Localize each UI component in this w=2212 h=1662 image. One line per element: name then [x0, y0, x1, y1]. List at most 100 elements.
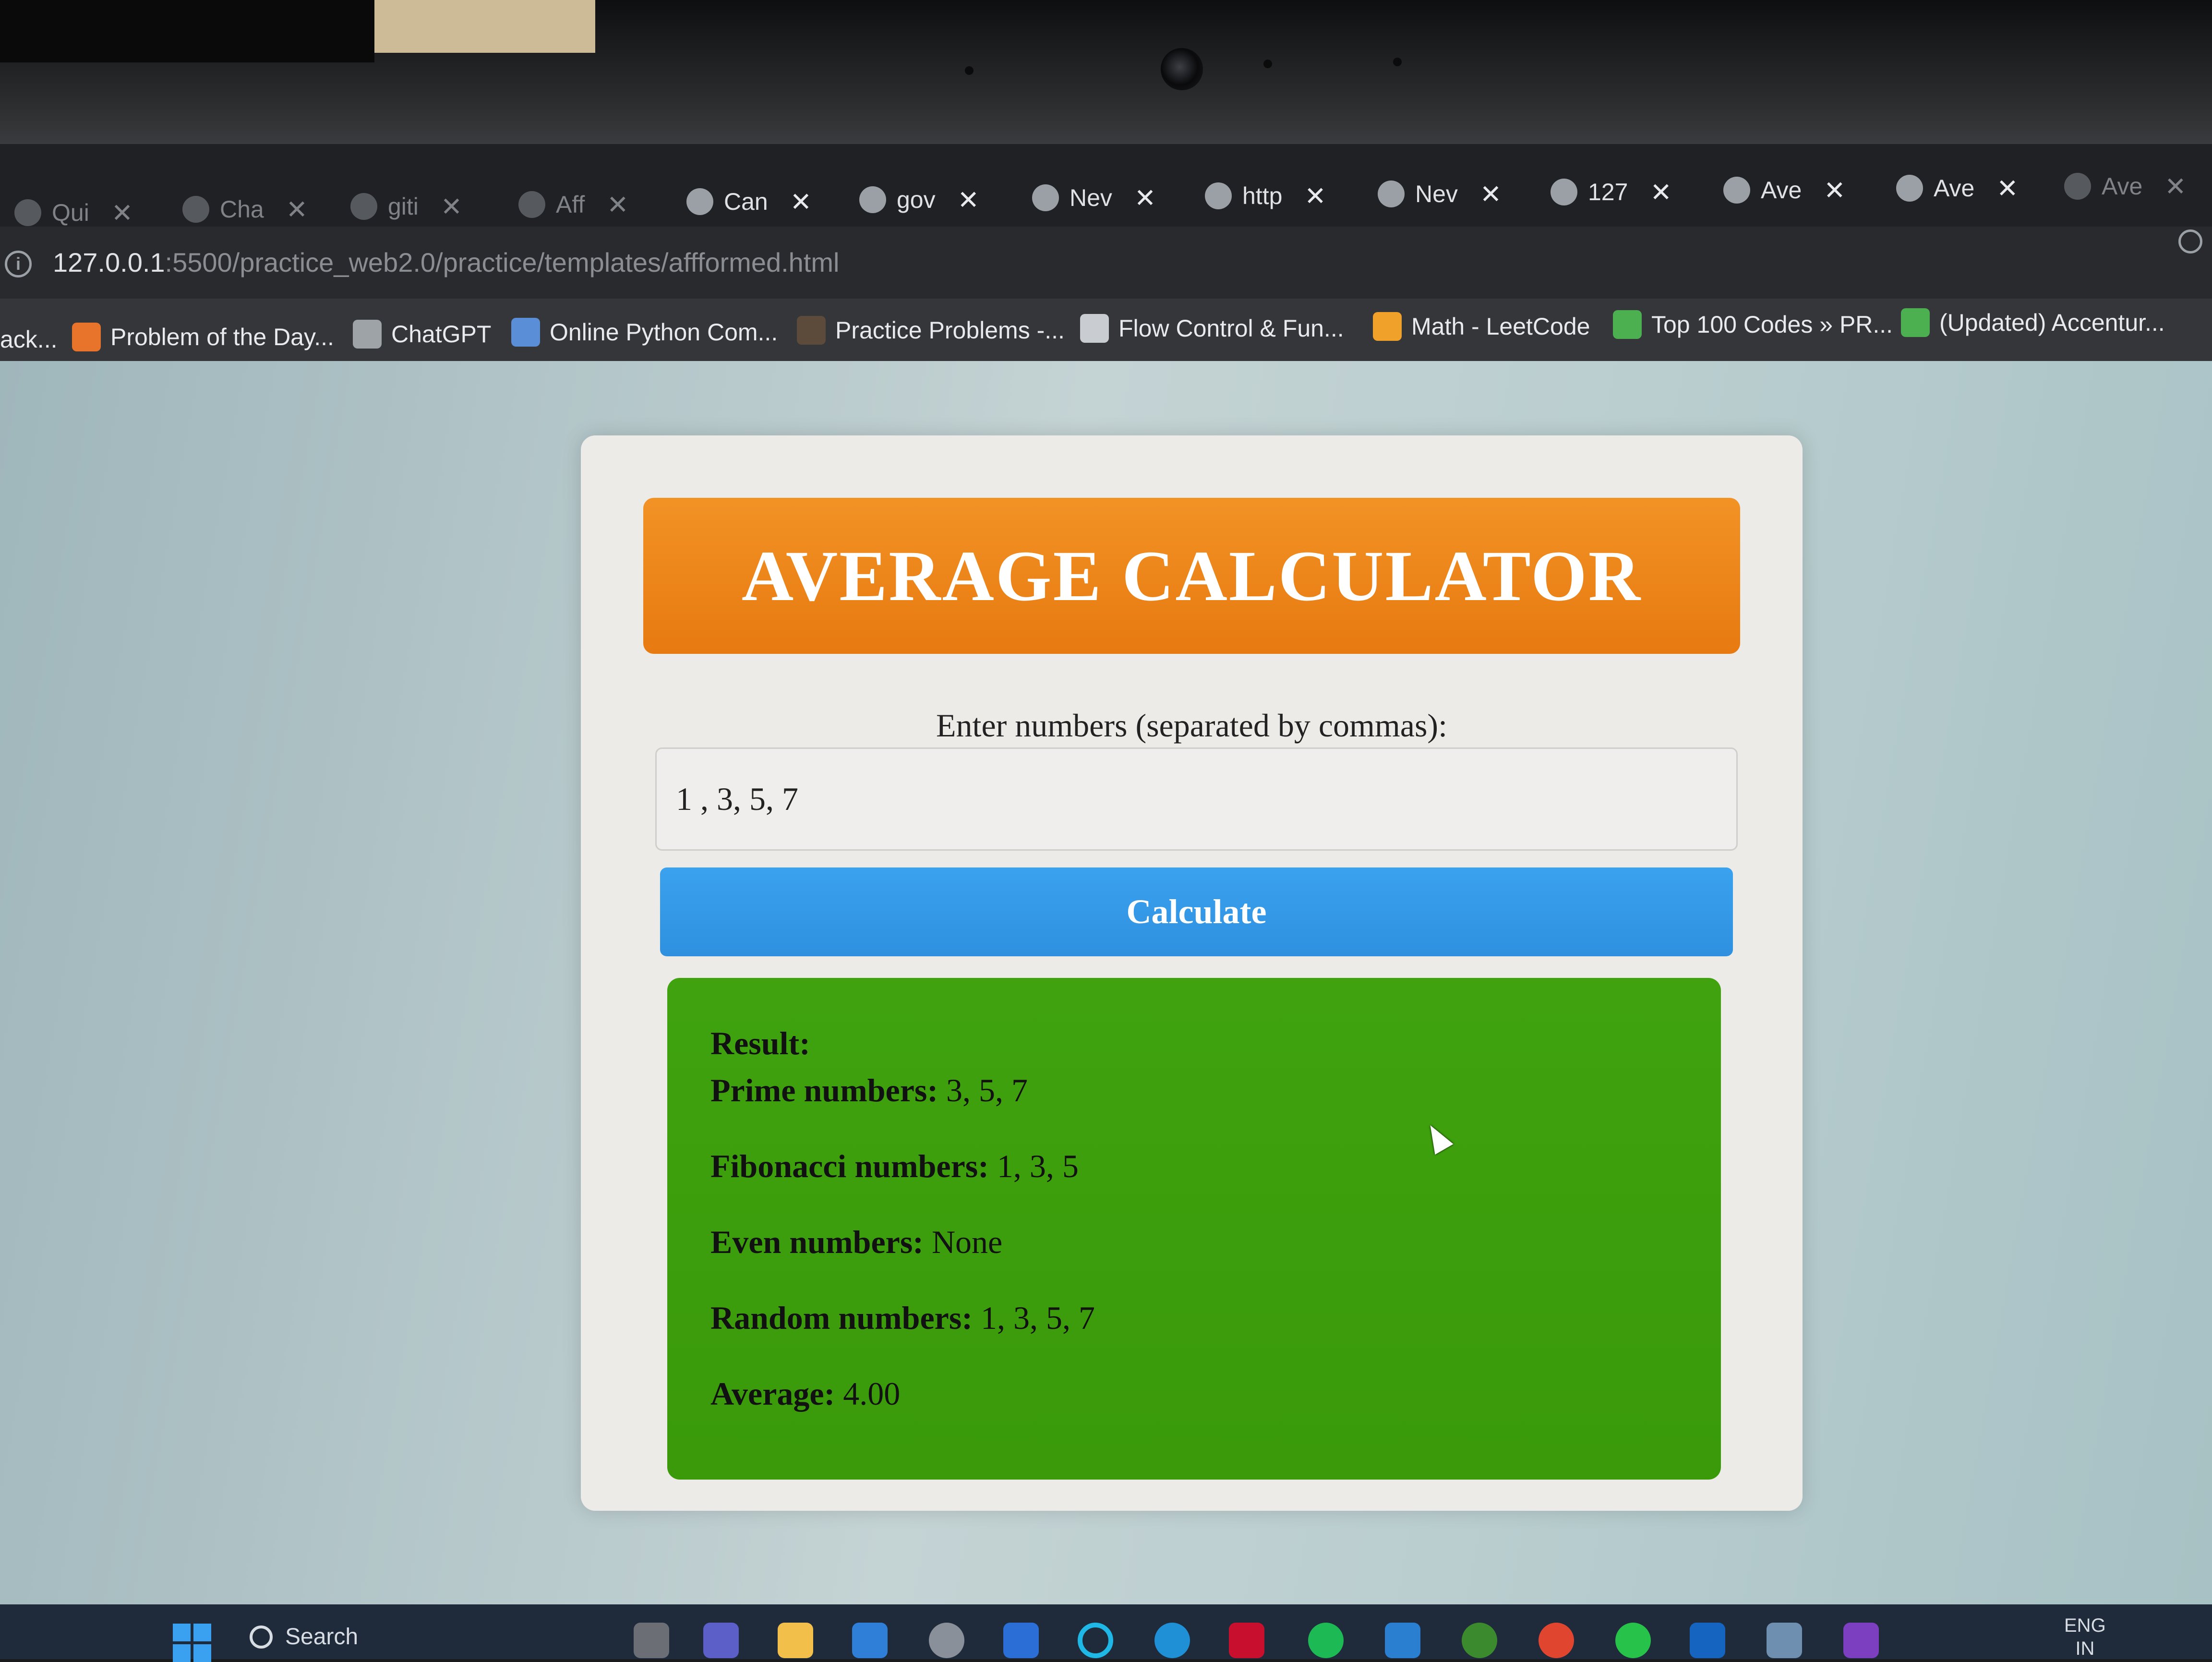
browser-tab[interactable]: Nev ✕ [1032, 175, 1156, 221]
onenote-icon[interactable] [1843, 1623, 1879, 1658]
browser-tab[interactable]: Can ✕ [686, 179, 812, 225]
browser-tab[interactable]: Ave ✕ [1723, 167, 1846, 213]
numbers-label: Enter numbers (separated by commas): [936, 707, 1447, 744]
numbers-input[interactable] [655, 747, 1738, 851]
even-value: None [931, 1224, 1003, 1260]
bookmark-label: Online Python Com... [550, 319, 778, 346]
sensor-dot [965, 66, 974, 75]
mcafee-icon[interactable] [1229, 1623, 1264, 1658]
language-indicator[interactable]: ENG IN [2064, 1614, 2106, 1660]
react-icon [14, 199, 41, 226]
chrome-icon[interactable] [1539, 1623, 1574, 1658]
notepad-icon[interactable] [1767, 1623, 1802, 1658]
bookmark-item[interactable]: ChatGPT [353, 320, 491, 349]
bookmark-item[interactable]: Practice Problems -... [797, 316, 1065, 345]
sensor-dot [1393, 58, 1402, 66]
gfg-icon [72, 323, 101, 351]
globe-icon [1723, 177, 1750, 204]
bookmark-item[interactable]: Top 100 Codes » PR... [1613, 310, 1893, 339]
url-text[interactable]: 127.0.0.1:5500/practice_web2.0/practice/… [53, 247, 839, 278]
close-icon[interactable]: ✕ [1134, 183, 1156, 213]
chatgpt-icon [353, 320, 382, 349]
tab-label: Cha [220, 196, 264, 223]
close-icon[interactable]: ✕ [1650, 177, 1671, 207]
close-icon[interactable]: ✕ [1996, 173, 2018, 204]
tab-label: 127 [1588, 179, 1628, 205]
vscode-icon[interactable] [1385, 1623, 1420, 1658]
bookmark-label: ack... [0, 326, 58, 353]
close-icon[interactable]: ✕ [790, 187, 812, 217]
tab-label: gov [897, 186, 936, 213]
even-label: Even numbers: [710, 1224, 924, 1260]
close-icon[interactable]: ✕ [111, 198, 133, 228]
close-icon[interactable]: ✕ [1480, 179, 1502, 209]
browser-tab[interactable]: Aff ✕ [518, 181, 628, 228]
calculator-card: AVERAGE CALCULATOR Enter numbers (separa… [581, 435, 1803, 1511]
even-row: Even numbers: None [710, 1224, 1721, 1260]
random-value: 1, 3, 5, 7 [980, 1300, 1095, 1336]
chatgpt-icon [182, 196, 209, 223]
spotify-icon[interactable] [1308, 1623, 1344, 1658]
background-paper [374, 0, 595, 53]
close-icon[interactable]: ✕ [1304, 181, 1326, 211]
taskbar-search[interactable]: Search [250, 1624, 358, 1650]
lightshot-icon[interactable] [1003, 1623, 1039, 1658]
browser-tab[interactable]: Ave ✕ [1896, 165, 2019, 211]
teams-icon[interactable] [703, 1623, 739, 1658]
browser-tab[interactable]: Cha ✕ [182, 186, 308, 232]
browser-tab[interactable]: gov ✕ [859, 177, 979, 223]
globe-icon [2064, 173, 2091, 200]
background-object [0, 0, 374, 62]
cc-icon [797, 316, 826, 345]
postman-icon [1205, 182, 1232, 209]
close-icon[interactable]: ✕ [2164, 171, 2186, 202]
calculator-header: AVERAGE CALCULATOR [643, 498, 1740, 654]
tab-label: Ave [2102, 173, 2143, 200]
close-icon[interactable]: ✕ [1824, 175, 1845, 205]
language-label: ENG [2064, 1615, 2106, 1636]
store-icon[interactable] [852, 1623, 888, 1658]
fibonacci-label: Fibonacci numbers: [710, 1148, 989, 1184]
close-icon[interactable]: ✕ [441, 192, 462, 222]
browser-tab[interactable]: giti ✕ [350, 183, 462, 229]
mountain-icon [1080, 314, 1109, 343]
bookmark-label: Problem of the Day... [110, 324, 334, 350]
result-panel: Result: Prime numbers: 3, 5, 7 Fibonacci… [667, 978, 1721, 1480]
address-bar[interactable]: i 127.0.0.1:5500/practice_web2.0/practic… [0, 227, 2212, 299]
prime-label: Prime numbers: [710, 1072, 938, 1108]
browser-tab[interactable]: http ✕ [1205, 173, 1326, 219]
bookmark-item[interactable]: Online Python Com... [511, 318, 778, 347]
close-icon[interactable]: ✕ [958, 185, 979, 215]
file-explorer-icon[interactable] [778, 1623, 813, 1658]
leetcode-icon [1373, 312, 1402, 341]
taskbar: Search ENG IN [0, 1604, 2212, 1662]
prime-row: Prime numbers: 3, 5, 7 [710, 1072, 1721, 1108]
windows-start-icon[interactable] [173, 1624, 211, 1662]
close-icon[interactable]: ✕ [286, 194, 308, 225]
bookmark-item[interactable]: ack... [0, 325, 57, 353]
bookmarks-bar: ack... Problem of the Day... ChatGPT Online… [0, 299, 2212, 361]
xbox-icon[interactable] [1462, 1623, 1497, 1658]
average-value: 4.00 [843, 1375, 901, 1412]
close-icon[interactable]: ✕ [607, 190, 628, 220]
edge-icon[interactable] [1154, 1623, 1190, 1658]
taskview-icon[interactable] [634, 1623, 669, 1658]
zoom-icon[interactable] [2178, 229, 2202, 253]
webcam [1161, 48, 1203, 90]
tab-label: Qui [52, 199, 89, 226]
bookmark-item[interactable]: Math - LeetCode [1373, 312, 1590, 341]
browser-tab[interactable]: 127 ✕ [1551, 169, 1672, 215]
browser-tab[interactable]: Nev ✕ [1378, 171, 1502, 217]
browser-tab[interactable]: Ave ✕ [2064, 163, 2187, 209]
tab-label: Ave [1761, 177, 1802, 204]
calculate-button[interactable]: Calculate [660, 867, 1733, 956]
settings-icon[interactable] [929, 1623, 964, 1658]
whatsapp-icon[interactable] [1615, 1623, 1651, 1658]
bookmark-item[interactable]: Problem of the Day... [72, 323, 334, 351]
cortana-icon[interactable] [1078, 1623, 1113, 1658]
search-icon [250, 1625, 273, 1649]
site-info-icon[interactable]: i [5, 251, 32, 277]
bookmark-item[interactable]: Flow Control & Fun... [1080, 314, 1344, 343]
bookmark-item[interactable]: (Updated) Accentur... [1901, 308, 2165, 337]
outlook-icon[interactable] [1690, 1623, 1725, 1658]
